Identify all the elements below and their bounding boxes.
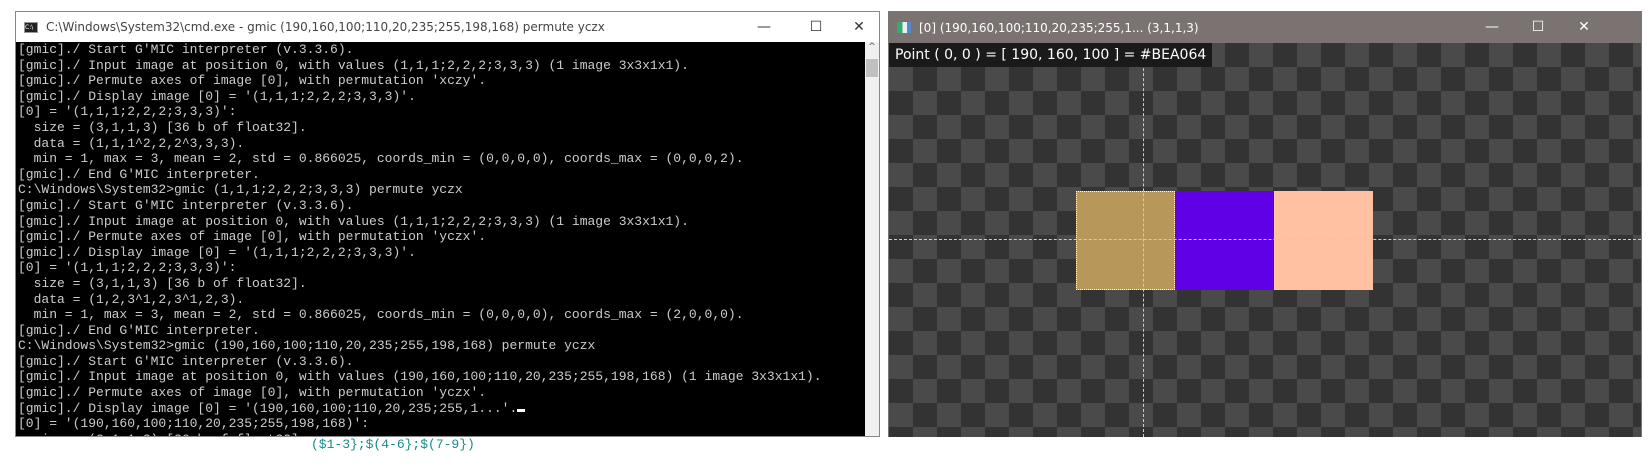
text-cursor	[517, 408, 526, 412]
console-line: C:\Windows\System32>gmic (190,160,100;11…	[18, 338, 596, 354]
selected-pixel-outline	[1076, 191, 1175, 290]
console-line: [gmic]./ Display image [0] = '(1,1,1;2,2…	[18, 244, 416, 260]
console-line: size = (3,1,1,3) [36 b of float32].	[18, 275, 307, 291]
console-line: [gmic]./ Input image at position 0, with…	[18, 213, 689, 229]
console-line: [0] = '(1,1,1;2,2,2;3,3,3)':	[18, 104, 237, 120]
image-pixel-2[interactable]	[1274, 191, 1373, 290]
console-line: [gmic]./ Input image at position 0, with…	[18, 57, 689, 73]
cmd-window: C:\ C:\Windows\System32\cmd.exe - gmic (…	[15, 11, 880, 437]
pixel-readout: Point ( 0, 0 ) = [ 190, 160, 100 ] = #BE…	[889, 43, 1213, 67]
viewer-minimize-button[interactable]: —	[1469, 12, 1515, 42]
scroll-up-arrow-icon[interactable]: ^	[865, 42, 879, 52]
console-line: [gmic]./ End G'MIC interpreter.	[18, 166, 260, 182]
minimize-button[interactable]: —	[741, 12, 787, 42]
console-line: [gmic]./ Display image [0] = '(1,1,1;2,2…	[18, 88, 416, 104]
console-line: [gmic]./ Permute axes of image [0], with…	[18, 73, 487, 89]
viewer-close-button[interactable]: ✕	[1561, 12, 1607, 42]
console-line: min = 1, max = 3, mean = 2, std = 0.8660…	[18, 307, 744, 323]
console-line: [gmic]./ Start G'MIC interpreter (v.3.3.…	[18, 353, 354, 369]
console-line: [gmic]./ Permute axes of image [0], with…	[18, 229, 487, 245]
image-viewer-window: [0] (190,160,100;110,20,235;255,1... (3,…	[888, 11, 1642, 437]
console-line: data = (1,2,3^1,2,3^1,2,3).	[18, 291, 245, 307]
console-line: [0] = '(190,160,100;110,20,235;255,198,1…	[18, 416, 370, 432]
image-canvas[interactable]: Point ( 0, 0 ) = [ 190, 160, 100 ] = #BE…	[889, 43, 1641, 437]
console-line: [gmic]./ Input image at position 0, with…	[18, 369, 822, 385]
scrollbar-thumb[interactable]	[866, 59, 878, 77]
crosshair-horizontal	[889, 239, 1641, 240]
cmd-title: C:\Windows\System32\cmd.exe - gmic (190,…	[46, 20, 605, 34]
console-line: min = 1, max = 3, mean = 2, std = 0.8660…	[18, 151, 744, 167]
viewer-maximize-button[interactable]: ☐	[1515, 12, 1561, 42]
image-pixel-1[interactable]	[1175, 191, 1274, 290]
cmd-title-bar[interactable]: C:\ C:\Windows\System32\cmd.exe - gmic (…	[16, 12, 879, 42]
cmd-app-icon: C:\	[24, 21, 38, 33]
maximize-button[interactable]: ☐	[793, 12, 839, 42]
viewer-app-icon	[897, 22, 911, 33]
console-line: [gmic]./ Permute axes of image [0], with…	[18, 385, 487, 401]
viewer-title: [0] (190,160,100;110,20,235;255,1... (3,…	[919, 20, 1199, 35]
console-line: size = (3,1,1,3) [36 b of float32].	[18, 432, 864, 436]
console-output[interactable]: [gmic]./ Start G'MIC interpreter (v.3.3.…	[16, 42, 866, 436]
background-text: ($1-3};$(4-6};$(7-9})	[311, 437, 475, 452]
close-button[interactable]: ✕	[836, 12, 882, 42]
console-line: [0] = '(1,1,1;2,2,2;3,3,3)':	[18, 260, 237, 276]
console-line: [gmic]./ End G'MIC interpreter.	[18, 322, 260, 338]
console-scrollbar[interactable]: ^	[865, 42, 879, 436]
console-line: C:\Windows\System32>gmic (1,1,1;2,2,2;3,…	[18, 182, 463, 198]
viewer-title-bar[interactable]: [0] (190,160,100;110,20,235;255,1... (3,…	[889, 12, 1641, 43]
crosshair-vertical	[1143, 43, 1144, 437]
console-line: data = (1,1,1^2,2,2^3,3,3).	[18, 135, 245, 151]
console-line: [gmic]./ Start G'MIC interpreter (v.3.3.…	[18, 197, 354, 213]
console-line: [gmic]./ Display image [0] = '(190,160,1…	[18, 401, 864, 417]
console-line: [gmic]./ Start G'MIC interpreter (v.3.3.…	[18, 42, 354, 57]
console-line: size = (3,1,1,3) [36 b of float32].	[18, 119, 307, 135]
